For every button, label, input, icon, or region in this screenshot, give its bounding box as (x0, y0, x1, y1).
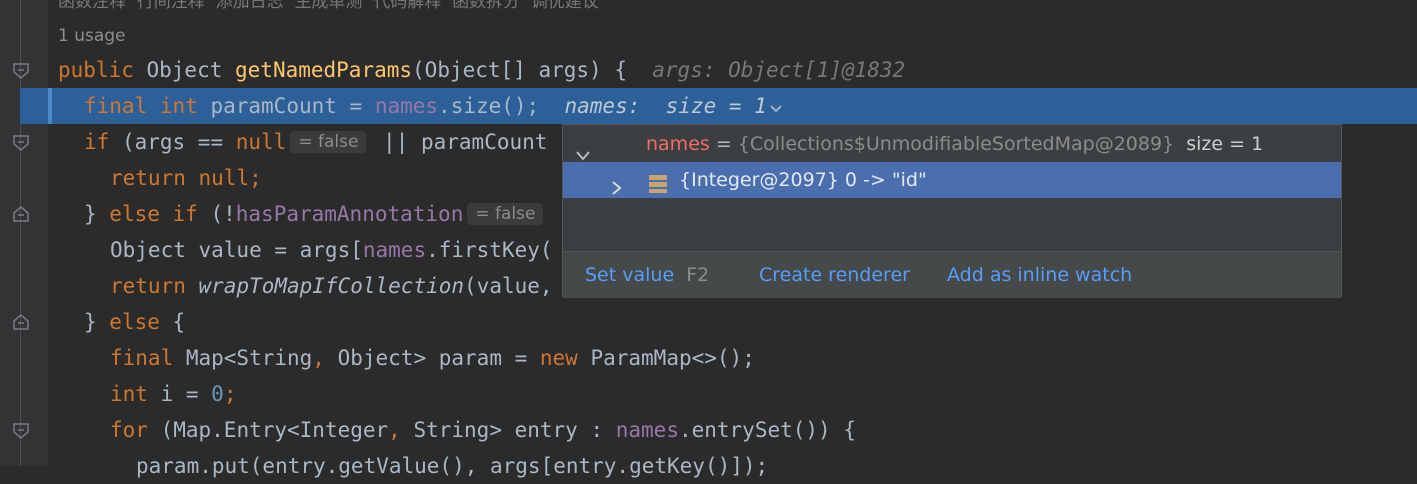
code-line-1: public Object getNamedParams(Object[] ar… (58, 58, 906, 82)
code-line-12: param.put(entry.getValue(), args[entry.g… (136, 454, 769, 478)
action-function-split[interactable]: 函数拆分 (452, 0, 520, 12)
fold-end-marker-icon[interactable] (11, 314, 31, 330)
code-line-6: Object value = args[names.firstKey( (110, 238, 553, 262)
code-line-2: final int paramCount = names.size(); nam… (84, 88, 783, 124)
inlay-hint: = false (290, 131, 367, 153)
action-function-comment[interactable]: 函数注释 (58, 0, 126, 12)
add-inline-watch-link[interactable]: Add as inline watch (947, 252, 1132, 298)
set-value-link[interactable]: Set value F2 (585, 252, 709, 298)
action-code-explain[interactable]: 代码解释 (373, 0, 441, 12)
code-line-9: final Map<String, Object> param = new Pa… (110, 346, 755, 370)
code-line-4: return null; (110, 166, 262, 190)
fold-marker-icon[interactable] (11, 423, 31, 439)
code-line-10: int i = 0; (110, 382, 237, 406)
variable-row[interactable]: f names = {Collections$UnmodifiableSorte… (563, 126, 1341, 194)
inlay-hint: = false (467, 203, 544, 225)
code-line-5: } else if (!hasParamAnnotation = false (84, 196, 547, 232)
popup-footer: Set value F2 Create renderer Add as inli… (563, 251, 1341, 298)
variable-value: {Collections$UnmodifiableSortedMap@2089} (737, 133, 1175, 155)
code-line-8: } else { (84, 310, 186, 334)
fold-end-marker-icon[interactable] (11, 206, 31, 222)
action-generate-unit-test[interactable]: 生成单测 (294, 0, 362, 12)
entry-text: {Integer@2097} 0 -> "id" (679, 169, 927, 191)
execution-point-marker (48, 88, 52, 124)
action-line-comment[interactable]: 行间注释 (137, 0, 205, 12)
code-line-11: for (Map.Entry<Integer, String> entry : … (110, 418, 856, 442)
debug-inline-value[interactable]: names: size = 1 (565, 94, 783, 118)
chevron-right-icon[interactable] (611, 172, 623, 208)
code-line-7: return wrapToMapIfCollection(value, (110, 274, 553, 298)
shortcut-hint: F2 (686, 264, 710, 286)
variable-name: names (646, 133, 710, 155)
action-optimize-suggestion[interactable]: 调优建议 (531, 0, 599, 12)
create-renderer-link[interactable]: Create renderer (759, 252, 910, 298)
map-entry-row[interactable]: {Integer@2097} 0 -> "id" (563, 162, 1341, 198)
action-add-log[interactable]: 添加日志 (216, 0, 284, 12)
usage-count[interactable]: 1 usage (58, 22, 126, 50)
variable-size: size = 1 (1186, 133, 1264, 155)
debug-value-popup: f names = {Collections$UnmodifiableSorte… (562, 124, 1342, 298)
fold-marker-icon[interactable] (11, 135, 31, 151)
code-line-3: if (args == null = false || paramCount (84, 130, 548, 154)
debug-inline-value: args: Object[1]@1832 (652, 58, 906, 82)
code-assistant-actions: 函数注释 行间注释 添加日志 生成单测 代码解释 函数拆分 调优建议 (58, 0, 599, 14)
fold-marker-icon[interactable] (11, 63, 31, 79)
chevron-down-icon[interactable] (769, 89, 783, 125)
method-name: getNamedParams (235, 58, 413, 82)
entry-icon (648, 170, 668, 206)
field-icon: f (609, 131, 671, 194)
